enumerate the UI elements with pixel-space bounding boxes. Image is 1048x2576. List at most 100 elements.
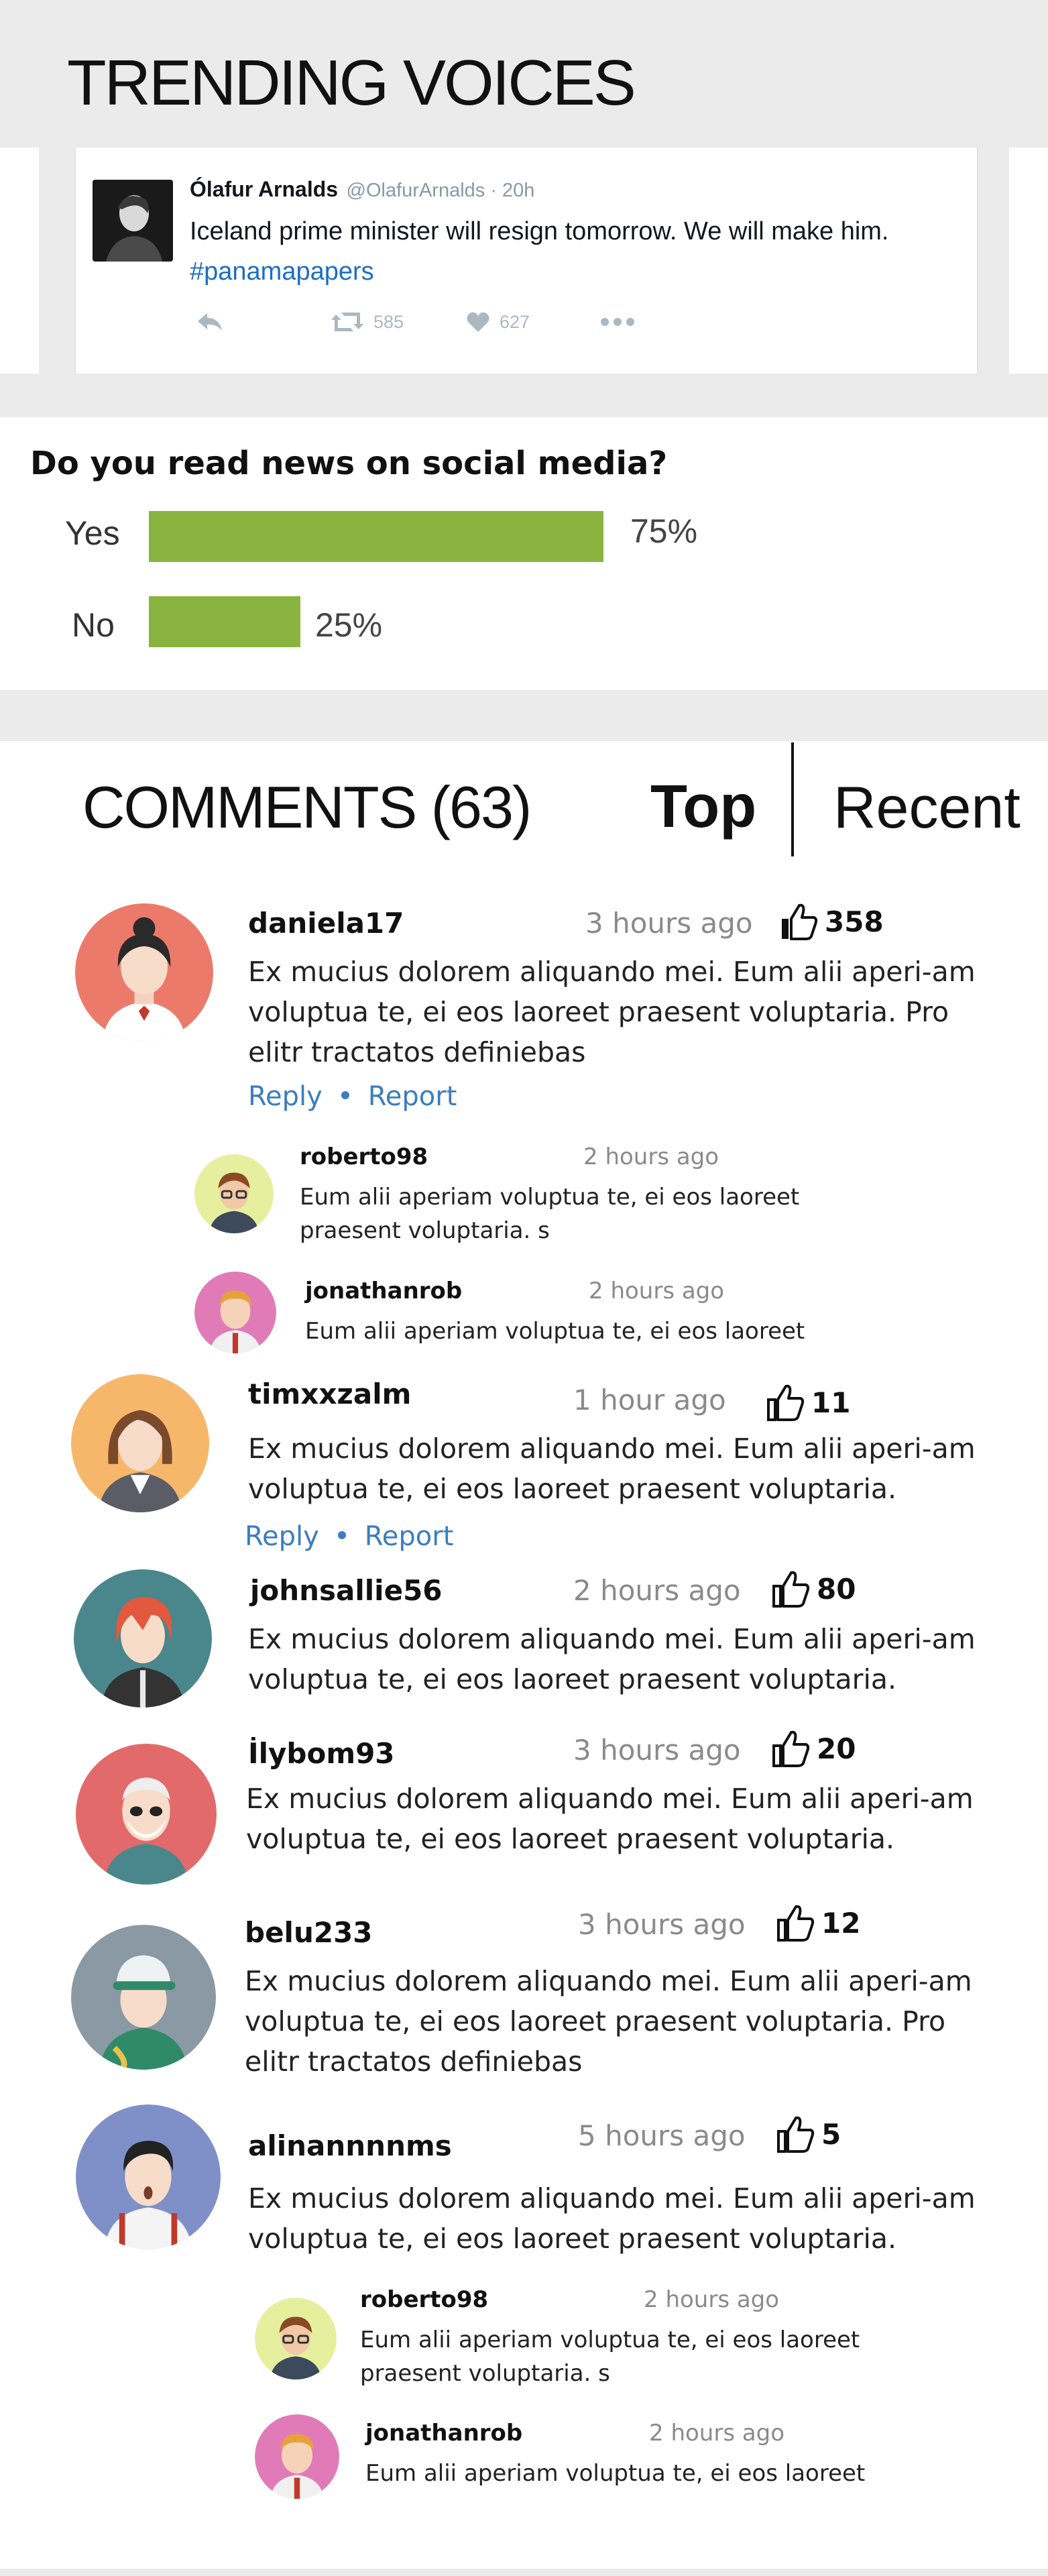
comment-timestamp: 2 hours ago [573, 1574, 741, 1607]
comment-timestamp: 3 hours ago [585, 907, 753, 940]
comment-text: Ex mucius dolorem aliquando mei. Eum ali… [246, 1783, 974, 1855]
comment-like-button[interactable]: 5 [776, 2115, 841, 2153]
comment-text: Eum alii aperiam voluptua te, ei eos lao… [365, 2460, 866, 2487]
comment-timestamp: 3 hours ago [573, 1734, 741, 1767]
comment-actions: Reply Report [248, 1081, 457, 1112]
user-avatar[interactable] [71, 1374, 209, 1512]
comment-username[interactable]: timxxzalm [248, 1378, 411, 1410]
user-avatar[interactable] [255, 2298, 337, 2379]
more-dots-icon [601, 318, 634, 326]
user-avatar[interactable] [71, 1925, 216, 2070]
comment-username[interactable]: johnsallie56 [250, 1574, 443, 1607]
thumbs-up-icon [782, 903, 818, 940]
comment-like-button[interactable]: 12 [776, 1904, 860, 1942]
comment-like-count: 20 [817, 1732, 856, 1765]
thumbs-up-icon [772, 1571, 810, 1608]
comment-like-button[interactable]: 80 [771, 1570, 856, 1608]
comments-title: COMMENTS (63) [82, 774, 532, 840]
tab-divider [791, 742, 794, 856]
comment-text: Ex mucius dolorem aliquando mei. Eum ali… [248, 956, 976, 1068]
comment-timestamp: 2 hours ago [644, 2286, 780, 2313]
comment-username[interactable]: alinannnnms [248, 2129, 452, 2162]
comment-username[interactable]: belu233 [245, 1916, 373, 1949]
reply-link[interactable]: Reply [245, 1521, 319, 1552]
previous-tweet-card[interactable] [0, 148, 39, 374]
comment-username[interactable]: daniela17 [248, 907, 404, 940]
comment-timestamp: 2 hours ago [583, 1143, 719, 1170]
tweet-retweet-count: 585 [373, 311, 404, 332]
comment-text: Eum alii aperiam voluptua te, ei eos lao… [305, 1318, 805, 1345]
comment-text: Ex mucius dolorem aliquando mei. Eum ali… [248, 1433, 976, 1505]
comment-like-button[interactable]: 11 [766, 1384, 850, 1421]
comment-text: Ex mucius dolorem aliquando mei. Eum ali… [245, 1965, 972, 2078]
comment-timestamp: 2 hours ago [649, 2420, 785, 2447]
comment-text: Ex mucius dolorem aliquando mei. Eum ali… [248, 2182, 976, 2255]
tweet-meta[interactable]: @OlafurArnalds · 20h [347, 180, 535, 201]
tweet-reply-button[interactable] [195, 305, 225, 339]
comment-like-count: 11 [811, 1386, 851, 1419]
user-avatar[interactable] [255, 2414, 339, 2499]
comment-like-button[interactable]: 358 [779, 903, 884, 940]
reply-arrow-icon [198, 313, 222, 331]
comment-username[interactable]: roberto98 [300, 1143, 428, 1170]
retweet-icon [331, 313, 363, 331]
comment-text: Ex mucius dolorem aliquando mei. Eum ali… [248, 1623, 976, 1695]
tweet-more-button[interactable] [600, 305, 635, 339]
heart-icon [467, 312, 489, 332]
report-link[interactable]: Report [365, 1521, 454, 1552]
trending-section: TRENDING VOICES Ólafur Arnalds @OlafurAr… [0, 0, 1048, 374]
tweet-like-button[interactable]: 627 [466, 305, 530, 339]
poll-option-label: Yes [65, 514, 120, 552]
thumbs-up-icon [772, 1730, 810, 1767]
user-avatar[interactable] [74, 1569, 212, 1707]
comment-timestamp: 3 hours ago [578, 1908, 746, 1941]
tweet-like-count: 627 [500, 311, 530, 332]
section-divider [0, 690, 1048, 741]
tweet-retweet-button[interactable]: 585 [331, 305, 404, 339]
poll-bar-yes [149, 511, 603, 562]
comment-like-button[interactable]: 20 [771, 1730, 856, 1767]
section-divider [0, 374, 1048, 417]
next-tweet-card[interactable] [1009, 148, 1048, 374]
separator-dot [337, 1531, 346, 1539]
comment-like-count: 80 [817, 1572, 856, 1606]
poll-option-label: No [72, 606, 115, 644]
trending-title: TRENDING VOICES [67, 47, 636, 119]
comment-username[interactable]: jonathanrob [365, 2420, 522, 2447]
user-avatar[interactable] [75, 903, 213, 1042]
comment-username[interactable]: jonathanrob [305, 1278, 462, 1304]
comment-username[interactable]: İlybom93 [248, 1737, 395, 1770]
comment-actions: Reply Report [245, 1521, 453, 1552]
thumbs-up-icon [777, 1905, 815, 1942]
user-avatar[interactable] [194, 1272, 276, 1353]
tweet-author-avatar[interactable] [93, 180, 173, 262]
thumbs-up-icon [777, 2116, 815, 2153]
bottom-divider [0, 2569, 1048, 2576]
tweet-actions: 585 627 [190, 305, 726, 339]
comment-username[interactable]: roberto98 [360, 2286, 488, 2313]
report-link[interactable]: Report [368, 1081, 457, 1112]
comment-timestamp: 5 hours ago [578, 2119, 746, 2152]
poll-bar-no [149, 596, 300, 647]
comment-timestamp: 1 hour ago [573, 1384, 726, 1416]
tab-top[interactable]: Top [650, 777, 756, 837]
tweet-author-name[interactable]: Ólafur Arnalds [190, 177, 338, 201]
reply-link[interactable]: Reply [248, 1081, 323, 1112]
tab-recent[interactable]: Recent [833, 778, 1021, 837]
tweet-header: Ólafur Arnalds @OlafurArnalds · 20h [190, 177, 534, 202]
tweet-hashtag[interactable]: #panamapapers [190, 251, 961, 292]
user-avatar[interactable] [76, 1744, 217, 1885]
comment-like-count: 358 [825, 905, 884, 938]
user-avatar[interactable] [194, 1154, 274, 1233]
tweet-body: Iceland prime minister will resign tomor… [190, 211, 961, 292]
thumbs-up-icon [767, 1384, 805, 1421]
user-avatar[interactable] [76, 2105, 221, 2249]
comment-like-count: 12 [821, 1906, 861, 1940]
separator-dot [341, 1091, 349, 1099]
poll-option-percent: 25% [315, 606, 383, 644]
comment-text: Eum alii aperiam voluptua te, ei eos lao… [360, 2327, 860, 2387]
tweet-card[interactable]: Ólafur Arnalds @OlafurArnalds · 20h Icel… [76, 148, 977, 374]
tweet-text: Iceland prime minister will resign tomor… [190, 217, 889, 245]
poll-question: Do you read news on social media? [30, 445, 668, 482]
comment-timestamp: 2 hours ago [589, 1278, 725, 1304]
